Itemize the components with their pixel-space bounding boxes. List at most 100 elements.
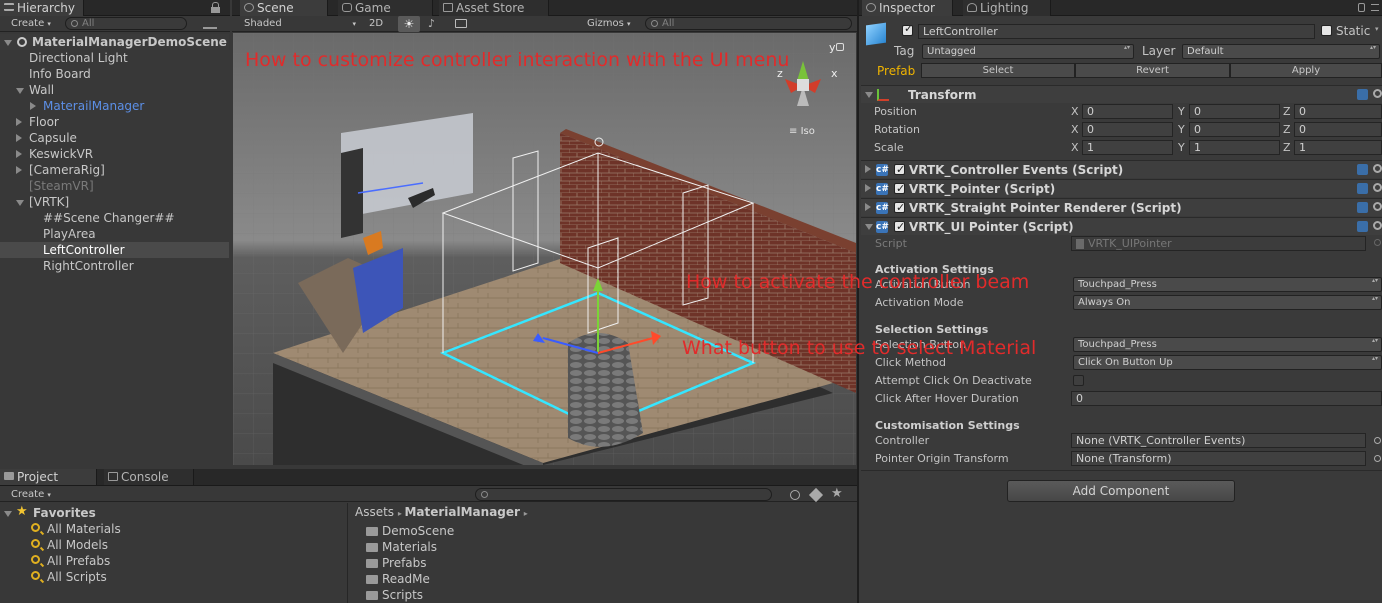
- transform-z-field[interactable]: 0: [1294, 104, 1382, 119]
- expand-arrow-icon[interactable]: [16, 88, 24, 94]
- hierarchy-create-button[interactable]: Create ▾: [11, 17, 51, 31]
- tab-game[interactable]: Game: [338, 0, 433, 16]
- help-icon[interactable]: [1357, 183, 1368, 194]
- lock-icon[interactable]: [1358, 3, 1365, 12]
- pointer-origin-field[interactable]: None (Transform): [1071, 451, 1366, 466]
- filter-by-type-icon[interactable]: [790, 490, 800, 500]
- tab-scene[interactable]: Scene: [240, 0, 328, 16]
- shading-mode-dropdown[interactable]: Shaded ▾: [244, 17, 356, 31]
- gear-icon[interactable]: [1373, 183, 1382, 192]
- component-header[interactable]: c# VRTK_Straight Pointer Renderer (Script…: [861, 198, 1382, 217]
- hierarchy-item[interactable]: RightController: [0, 258, 229, 274]
- breadcrumb-assets[interactable]: Assets: [355, 505, 394, 519]
- menu-icon[interactable]: [1371, 4, 1379, 11]
- axis-label-y[interactable]: Y: [1178, 123, 1185, 136]
- scene-viewport[interactable]: y x z ≡ Iso: [233, 33, 856, 465]
- hierarchy-item[interactable]: Directional Light: [0, 50, 229, 66]
- hierarchy-item[interactable]: Wall: [0, 82, 229, 98]
- layer-dropdown[interactable]: Default: [1182, 44, 1380, 59]
- object-picker-icon[interactable]: [1374, 239, 1381, 246]
- axis-label-y[interactable]: Y: [1178, 105, 1185, 118]
- gear-icon[interactable]: [1373, 202, 1382, 211]
- gear-icon[interactable]: [1373, 89, 1382, 98]
- component-enabled-checkbox[interactable]: [894, 161, 905, 179]
- scene-search-input[interactable]: All: [645, 17, 852, 30]
- gear-icon[interactable]: [1373, 221, 1382, 230]
- axis-label-x[interactable]: X: [1071, 141, 1079, 154]
- expand-arrow-icon[interactable]: [30, 102, 36, 110]
- object-picker-icon[interactable]: [1374, 437, 1381, 444]
- component-enabled-checkbox[interactable]: [894, 180, 905, 198]
- transform-header[interactable]: Transform: [861, 85, 1382, 103]
- axis-label-z[interactable]: Z: [1283, 105, 1291, 118]
- expand-arrow-icon[interactable]: [16, 200, 24, 206]
- tab-console[interactable]: Console: [104, 469, 194, 485]
- add-component-button[interactable]: Add Component: [1007, 480, 1235, 502]
- expand-arrow-icon[interactable]: [865, 203, 871, 211]
- hierarchy-item[interactable]: PlayArea: [0, 226, 229, 242]
- object-name-field[interactable]: LeftController: [918, 24, 1315, 39]
- lock-icon[interactable]: [836, 43, 844, 51]
- hierarchy-search-input[interactable]: All: [65, 17, 187, 30]
- hierarchy-item[interactable]: [CameraRig]: [0, 162, 229, 178]
- transform-z-field[interactable]: 0: [1294, 122, 1382, 137]
- axis-label-y[interactable]: Y: [1178, 141, 1185, 154]
- component-header[interactable]: c# VRTK_Controller Events (Script): [861, 160, 1382, 179]
- transform-y-field[interactable]: 0: [1189, 122, 1280, 137]
- tab-asset-store[interactable]: Asset Store: [439, 0, 549, 16]
- favorite-star-icon[interactable]: ★: [831, 486, 843, 501]
- transform-z-field[interactable]: 1: [1294, 140, 1382, 155]
- static-dropdown-arrow-icon[interactable]: ▾: [1375, 25, 1379, 33]
- expand-arrow-icon[interactable]: [865, 184, 871, 192]
- scene-root-row[interactable]: MaterialManagerDemoScene: [0, 34, 229, 50]
- hierarchy-item[interactable]: ##Scene Changer##: [0, 210, 229, 226]
- static-checkbox[interactable]: [1321, 25, 1332, 36]
- project-search-input[interactable]: [475, 488, 772, 501]
- expand-arrow-icon[interactable]: [16, 118, 22, 126]
- expand-arrow-icon[interactable]: [865, 92, 873, 98]
- axis-label-z[interactable]: Z: [1283, 123, 1291, 136]
- tab-hierarchy[interactable]: Hierarchy: [0, 0, 84, 16]
- hierarchy-item[interactable]: Capsule: [0, 130, 229, 146]
- hierarchy-item[interactable]: Floor: [0, 114, 229, 130]
- expand-arrow-icon[interactable]: [16, 166, 22, 174]
- projection-label[interactable]: ≡ Iso: [789, 126, 815, 137]
- component-header[interactable]: c# VRTK_Pointer (Script): [861, 179, 1382, 198]
- hierarchy-item[interactable]: MaterailManager: [0, 98, 229, 114]
- expand-arrow-icon[interactable]: [865, 165, 871, 173]
- transform-x-field[interactable]: 0: [1082, 122, 1173, 137]
- component-enabled-checkbox[interactable]: [894, 199, 905, 217]
- selection-button-dropdown[interactable]: Touchpad_Press: [1073, 337, 1382, 352]
- axis-label-z[interactable]: Z: [1283, 141, 1291, 154]
- transform-y-field[interactable]: 1: [1189, 140, 1280, 155]
- gear-icon[interactable]: [1373, 164, 1382, 173]
- active-checkbox[interactable]: [902, 22, 913, 36]
- help-icon[interactable]: [1357, 202, 1368, 213]
- tab-lighting[interactable]: Lighting: [963, 0, 1051, 16]
- help-icon[interactable]: [1357, 221, 1368, 232]
- breadcrumb-current[interactable]: MaterialManager: [404, 505, 519, 519]
- project-create-button[interactable]: Create ▾: [11, 488, 51, 502]
- expand-arrow-icon[interactable]: [4, 511, 12, 517]
- hierarchy-item[interactable]: Info Board: [0, 66, 229, 82]
- tab-project[interactable]: Project: [0, 469, 97, 485]
- prefab-select-button[interactable]: Select: [921, 63, 1075, 78]
- filter-icon[interactable]: [203, 18, 217, 29]
- audio-toggle-icon[interactable]: ♪: [428, 16, 444, 32]
- activation-mode-dropdown[interactable]: Always On: [1073, 295, 1382, 310]
- axis-label-x[interactable]: X: [1071, 105, 1079, 118]
- component-enabled-checkbox[interactable]: [894, 218, 905, 236]
- object-picker-icon[interactable]: [1374, 455, 1381, 462]
- prefab-revert-button[interactable]: Revert: [1075, 63, 1230, 78]
- prefab-apply-button[interactable]: Apply: [1230, 63, 1382, 78]
- hierarchy-item[interactable]: LeftController: [0, 242, 229, 258]
- hover-duration-field[interactable]: 0: [1071, 391, 1382, 406]
- hierarchy-item[interactable]: [VRTK]: [0, 194, 229, 210]
- transform-x-field[interactable]: 0: [1082, 104, 1173, 119]
- hierarchy-item[interactable]: [SteamVR]: [0, 178, 229, 194]
- expand-arrow-icon[interactable]: [16, 134, 22, 142]
- tag-dropdown[interactable]: Untagged: [922, 44, 1134, 59]
- lighting-toggle[interactable]: ☀: [398, 16, 420, 32]
- click-method-dropdown[interactable]: Click On Button Up: [1073, 355, 1382, 370]
- activation-button-dropdown[interactable]: Touchpad_Press: [1073, 277, 1382, 292]
